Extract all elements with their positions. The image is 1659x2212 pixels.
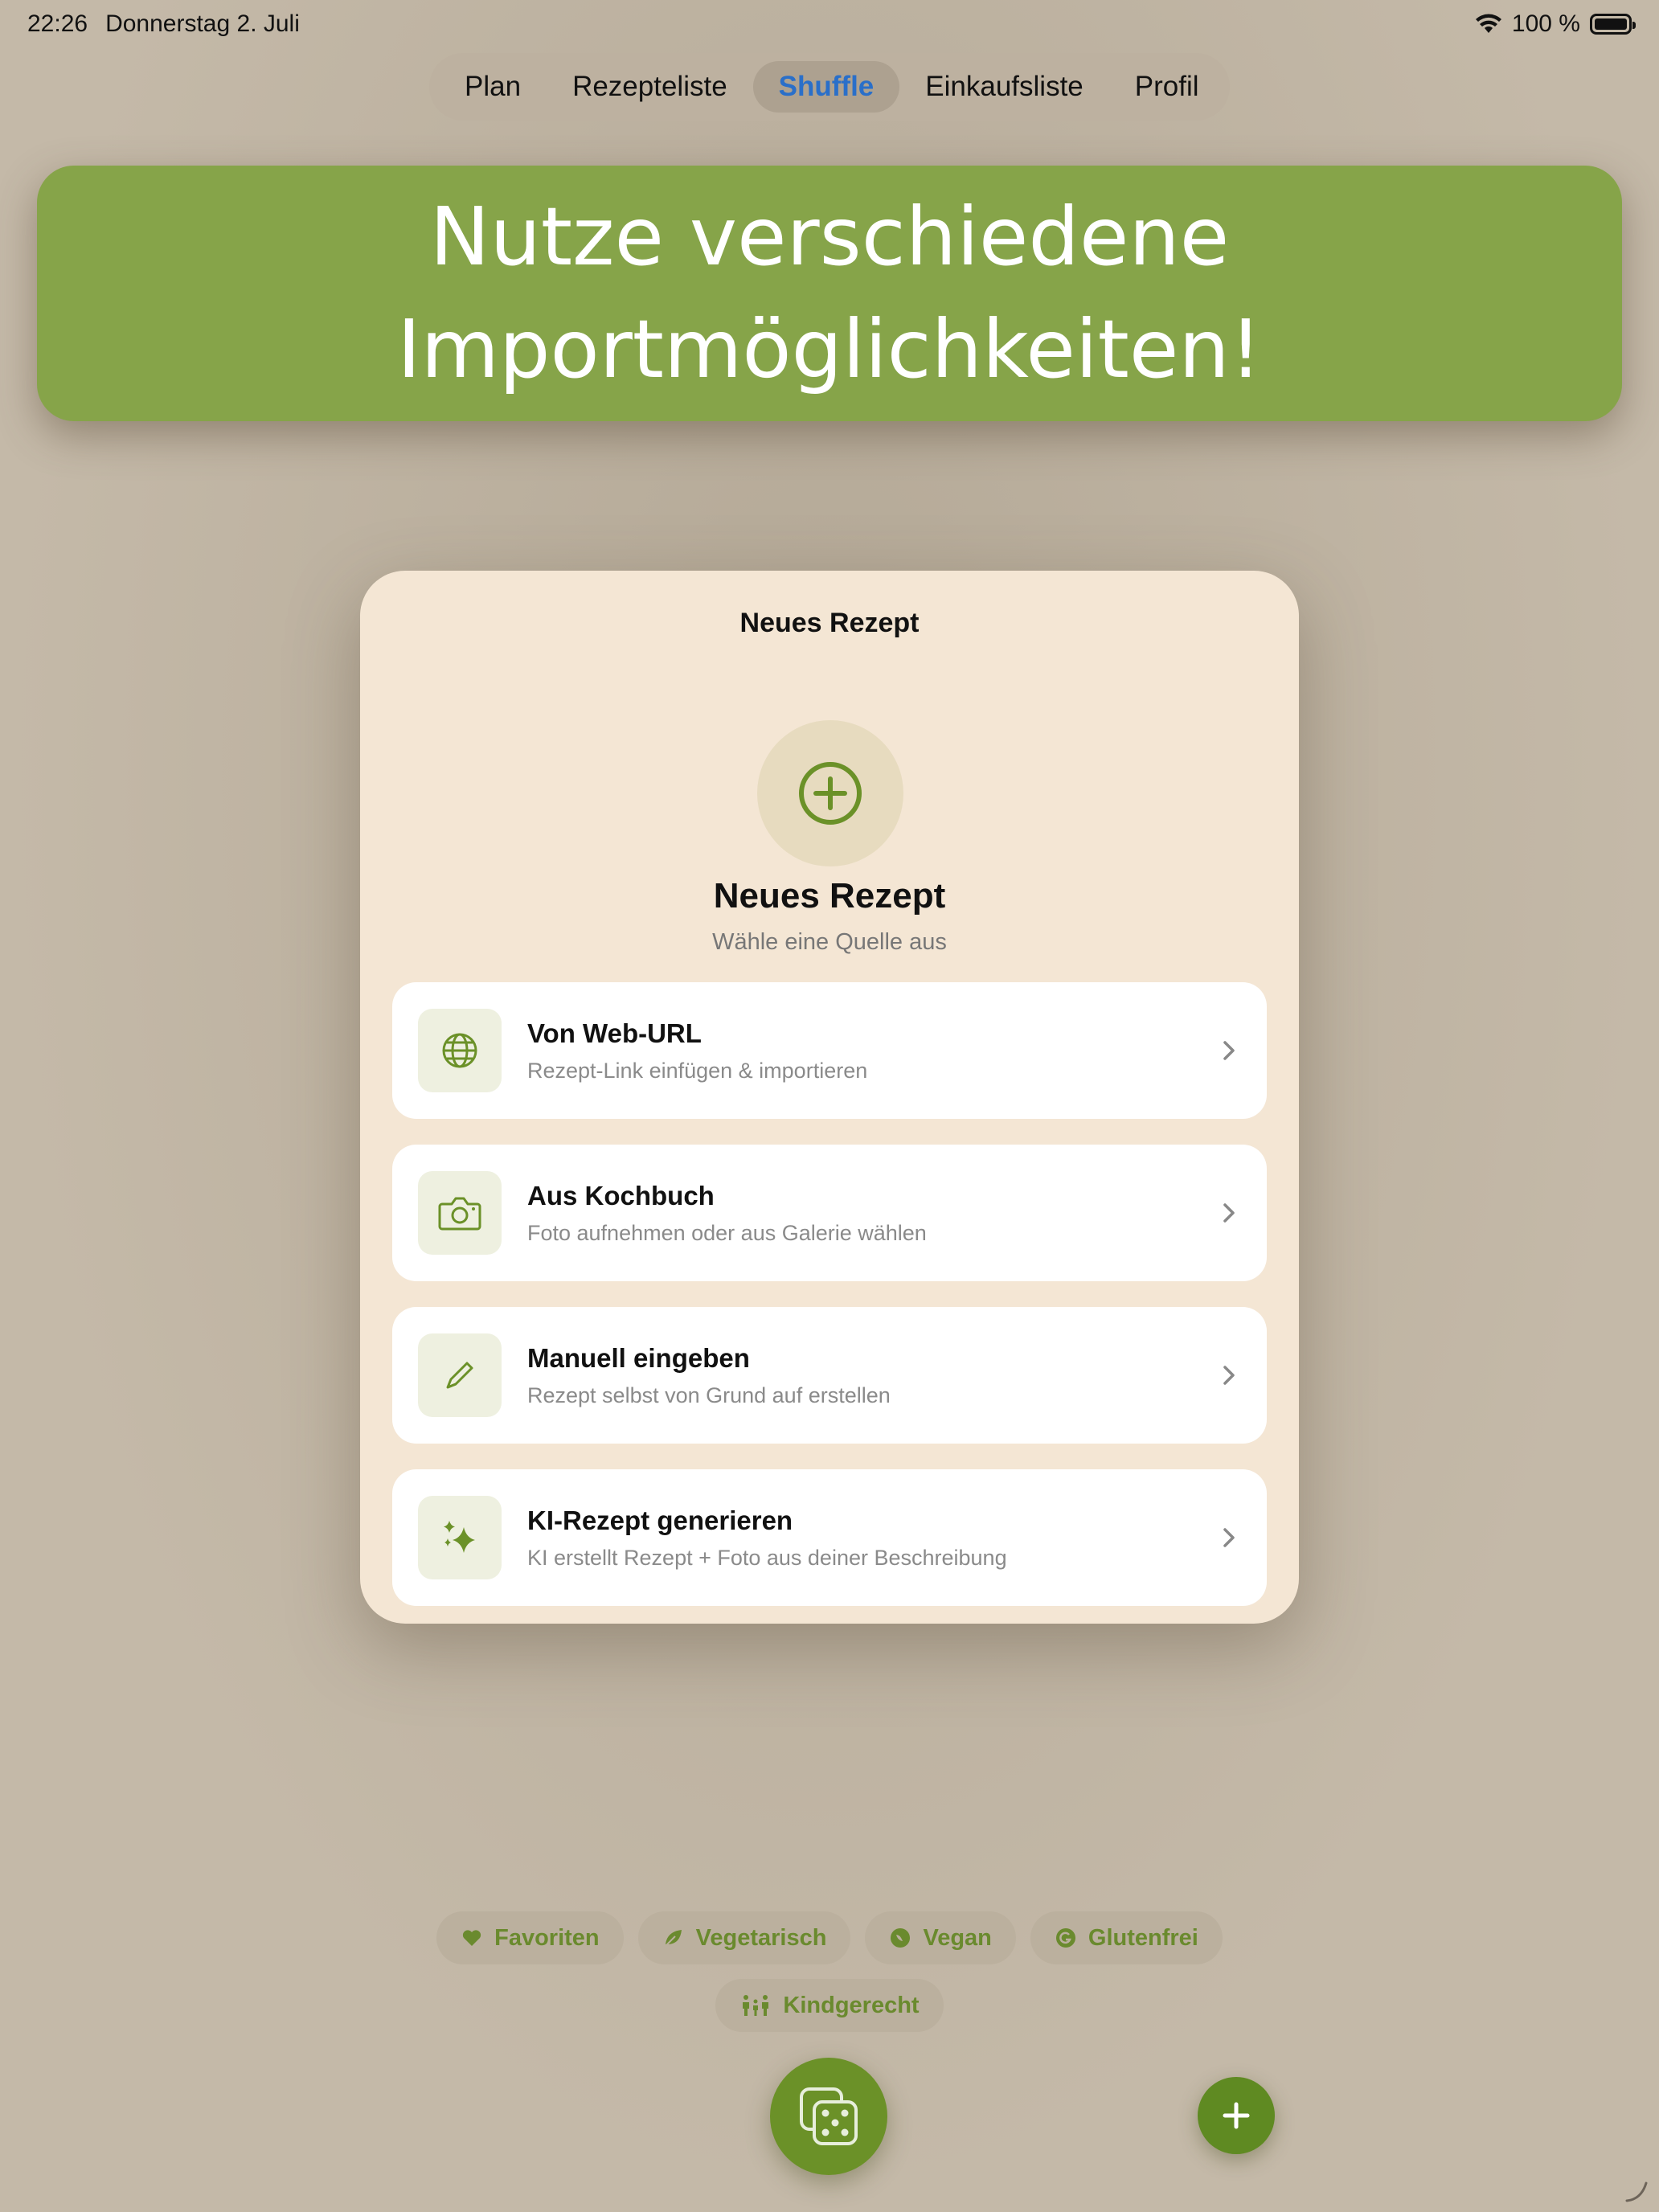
option-title: KI-Rezept generieren (527, 1505, 793, 1535)
chip-label: Glutenfrei (1088, 1924, 1198, 1951)
hero-subtitle: Wähle eine Quelle aus (712, 929, 947, 955)
camera-icon (438, 1197, 481, 1231)
filter-chip-favoriten[interactable]: Favoriten (436, 1911, 624, 1964)
hero-add-circle (757, 720, 903, 866)
filter-chip-vegan[interactable]: Vegan (865, 1911, 1016, 1964)
option-ai-recipe[interactable]: KI-Rezept generieren KI erstellt Rezept … (392, 1469, 1267, 1606)
chevron-right-icon (1223, 1041, 1235, 1060)
plus-circle-icon (799, 762, 862, 825)
leaf-icon (664, 1930, 682, 1947)
vegan-icon (891, 1928, 911, 1948)
camera-icon-tile (418, 1171, 502, 1255)
tab-einkaufsliste[interactable]: Einkaufsliste (899, 61, 1108, 113)
promo-banner-line2: Importmöglichkeiten! (397, 302, 1262, 396)
add-recipe-button[interactable] (1198, 2077, 1275, 2154)
shuffle-button[interactable] (770, 2058, 887, 2175)
filter-chip-glutenfrei[interactable]: Glutenfrei (1030, 1911, 1223, 1964)
tab-bar: Plan Rezepteliste Shuffle Einkaufsliste … (429, 53, 1230, 121)
status-time: 22:26 (27, 10, 88, 37)
sheet-title: Neues Rezept (739, 608, 920, 638)
option-manual[interactable]: Manuell eingeben Rezept selbst von Grund… (392, 1307, 1267, 1444)
filter-chip-row: Favoriten Vegetarisch Vegan Glutenfrei (0, 1911, 1659, 1964)
chip-label: Vegan (923, 1924, 992, 1951)
filter-chip-row-2: Kindgerecht (0, 1979, 1659, 2032)
tab-shuffle[interactable]: Shuffle (752, 61, 900, 113)
status-bar: 22:26 Donnerstag 2. Juli 100 % (0, 0, 1659, 48)
new-recipe-sheet: Neues Rezept Neues Rezept Wähle eine Que… (360, 571, 1299, 1624)
chip-label: Vegetarisch (695, 1924, 827, 1951)
gluten-free-icon (1055, 1928, 1075, 1948)
wifi-icon (1475, 14, 1501, 33)
resize-handle-icon (1625, 2181, 1648, 2202)
tab-profil[interactable]: Profil (1109, 61, 1225, 113)
option-subtitle: KI erstellt Rezept + Foto aus deiner Bes… (527, 1545, 1007, 1570)
heart-icon (463, 1930, 481, 1946)
globe-icon-tile (418, 1009, 502, 1092)
chevron-right-icon (1223, 1528, 1235, 1547)
hero-title: Neues Rezept (713, 876, 946, 916)
filter-chip-vegetarisch[interactable]: Vegetarisch (637, 1911, 851, 1964)
status-date: Donnerstag 2. Juli (105, 10, 300, 37)
option-title: Aus Kochbuch (527, 1180, 715, 1210)
globe-icon (442, 1033, 477, 1068)
option-title: Manuell eingeben (527, 1342, 750, 1373)
chip-label: Favoriten (494, 1924, 600, 1951)
plus-icon (1223, 2102, 1250, 2129)
option-web-url[interactable]: Von Web-URL Rezept-Link einfügen & impor… (392, 982, 1267, 1119)
family-icon (743, 1995, 769, 2016)
option-cookbook[interactable]: Aus Kochbuch Foto aufnehmen oder aus Gal… (392, 1145, 1267, 1281)
option-subtitle: Foto aufnehmen oder aus Galerie wählen (527, 1220, 927, 1245)
battery-icon (1590, 14, 1636, 35)
chip-label: Kindgerecht (783, 1992, 920, 2018)
chevron-right-icon (1223, 1203, 1235, 1223)
sparkles-icon-tile (418, 1496, 502, 1579)
option-title: Von Web-URL (527, 1018, 702, 1048)
pencil-icon (446, 1362, 473, 1389)
battery-percentage: 100 % (1511, 10, 1580, 37)
option-subtitle: Rezept-Link einfügen & importieren (527, 1058, 868, 1083)
option-subtitle: Rezept selbst von Grund auf erstellen (527, 1382, 891, 1407)
dice-icon (800, 2087, 858, 2145)
tab-rezepteliste[interactable]: Rezepteliste (547, 61, 753, 113)
filter-chip-kindgerecht[interactable]: Kindgerecht (715, 1979, 944, 2032)
promo-banner: Nutze verschiedene Importmöglichkeiten! (37, 166, 1622, 421)
promo-banner-line1: Nutze verschiedene (429, 190, 1230, 284)
tab-plan[interactable]: Plan (439, 61, 547, 113)
pencil-icon-tile (418, 1333, 502, 1417)
sparkles-icon (444, 1521, 475, 1553)
chevron-right-icon (1223, 1366, 1235, 1385)
